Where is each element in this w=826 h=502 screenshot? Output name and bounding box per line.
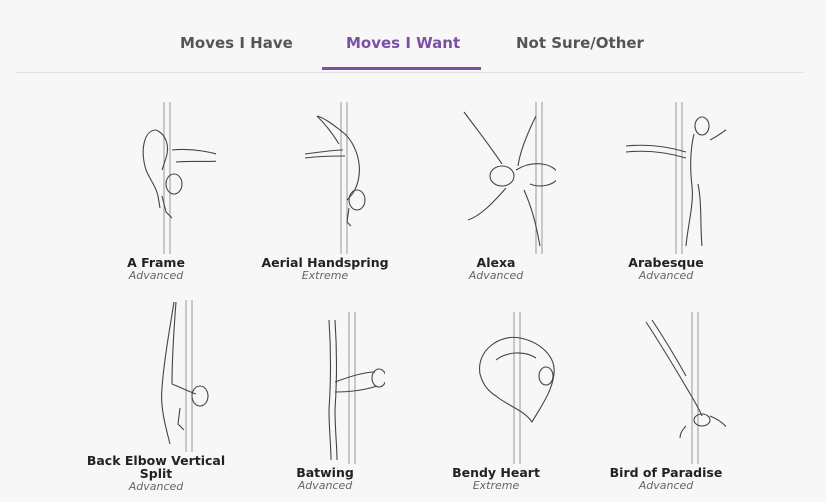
move-name: Back Elbow Vertical Split [86,453,226,481]
move-card-back-elbow-vertical-split[interactable]: Back Elbow Vertical Split Advanced [71,298,241,493]
move-level: Advanced [297,479,353,492]
move-level: Extreme [301,269,349,282]
move-card-batwing[interactable]: Batwing Advanced [240,310,410,492]
move-name: A Frame [127,255,185,270]
active-tab-indicator [322,67,481,70]
tab-bar: Moves I Have Moves I Want Not Sure/Other [16,0,804,73]
move-name: Bendy Heart [452,465,540,480]
move-name: Batwing [296,465,354,480]
tab-moves-i-want[interactable]: Moves I Want [346,34,460,52]
pole-pose-aerial-handspring-icon [304,102,366,254]
move-card-arabesque[interactable]: Arabesque Advanced [581,100,751,282]
move-level: Extreme [472,479,520,492]
move-card-alexa[interactable]: Alexa Advanced [411,100,581,282]
tab-moves-i-have[interactable]: Moves I Have [180,34,293,52]
tab-not-sure-other[interactable]: Not Sure/Other [516,34,644,52]
move-name: Alexa [476,255,516,270]
pole-pose-arabesque-icon [625,102,726,254]
move-level: Advanced [128,480,184,493]
move-card-bird-of-paradise[interactable]: Bird of Paradise Advanced [581,310,751,492]
pole-pose-back-elbow-vertical-split-icon [161,300,209,452]
pole-pose-bird-of-paradise-icon [645,312,726,464]
move-card-aerial-handspring[interactable]: Aerial Handspring Extreme [240,100,410,282]
move-name: Bird of Paradise [609,465,723,480]
move-level: Advanced [468,269,524,282]
pole-pose-bendy-heart-icon [479,312,555,464]
pole-pose-alexa-icon [463,102,556,254]
move-card-a-frame[interactable]: A Frame Advanced [71,100,241,282]
pole-pose-batwing-icon [328,312,385,464]
move-level: Advanced [128,269,184,282]
move-level: Advanced [638,479,694,492]
move-level: Advanced [638,269,694,282]
pole-pose-a-frame-icon [142,102,216,254]
move-name: Aerial Handspring [261,255,389,270]
move-card-bendy-heart[interactable]: Bendy Heart Extreme [411,310,581,492]
move-name: Arabesque [628,255,704,270]
